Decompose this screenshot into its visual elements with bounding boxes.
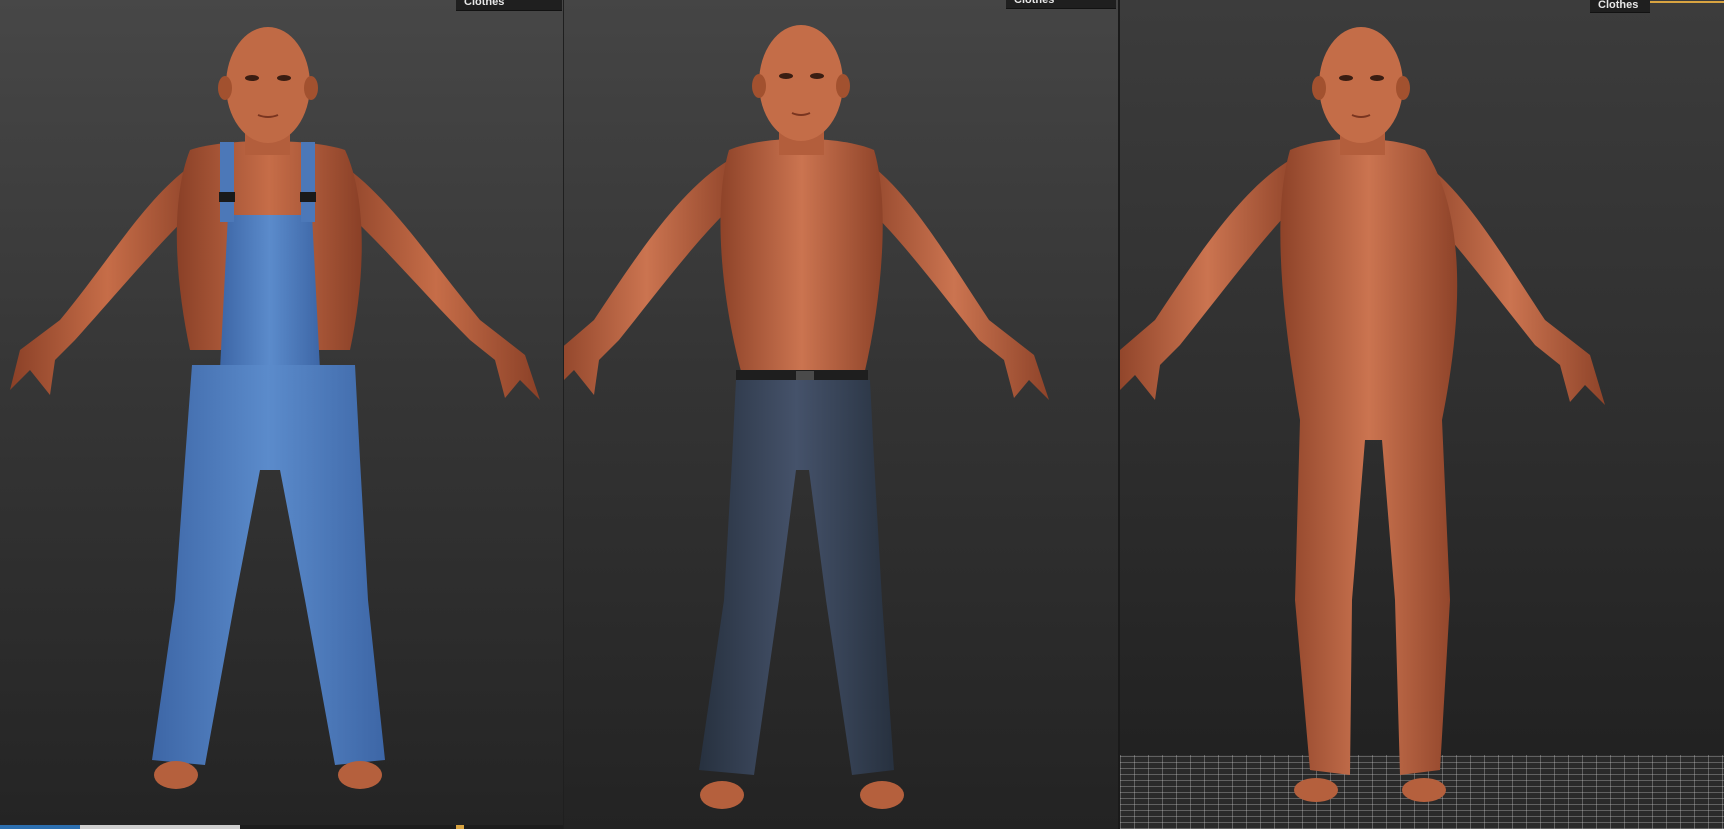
right-arm [332,160,540,400]
left-arm [564,160,739,395]
viewport-base-model[interactable]: Clothes [1118,0,1724,829]
overalls-strap-right [301,142,315,222]
status-strip [0,825,563,829]
head [1319,27,1403,143]
character-model-jeans[interactable] [564,0,1119,829]
left-foot [154,761,198,789]
body [1280,138,1458,775]
right-foot [860,781,904,809]
left-arm [1120,160,1300,400]
viewport-compare-stage: Clothes Clothes Clothes [0,0,1724,829]
right-foot [338,761,382,789]
right-foot [1402,778,1446,802]
right-arm [859,160,1049,400]
status-segment [80,825,240,829]
status-segment [456,825,464,829]
left-foot [700,781,744,809]
character-model-overalls[interactable] [0,0,563,829]
left-arm [10,160,205,395]
overalls-bib [220,215,320,370]
overalls-strap-left [220,142,234,222]
status-segment [0,825,80,829]
viewport-overalls[interactable]: Clothes [0,0,563,829]
character-model-base[interactable] [1120,0,1724,829]
viewport-jeans[interactable]: Clothes [563,0,1119,829]
left-foot [1294,778,1338,802]
torso [720,138,883,375]
head [226,27,310,143]
jeans [699,380,894,775]
overalls-pants [152,365,385,765]
head [759,25,843,141]
